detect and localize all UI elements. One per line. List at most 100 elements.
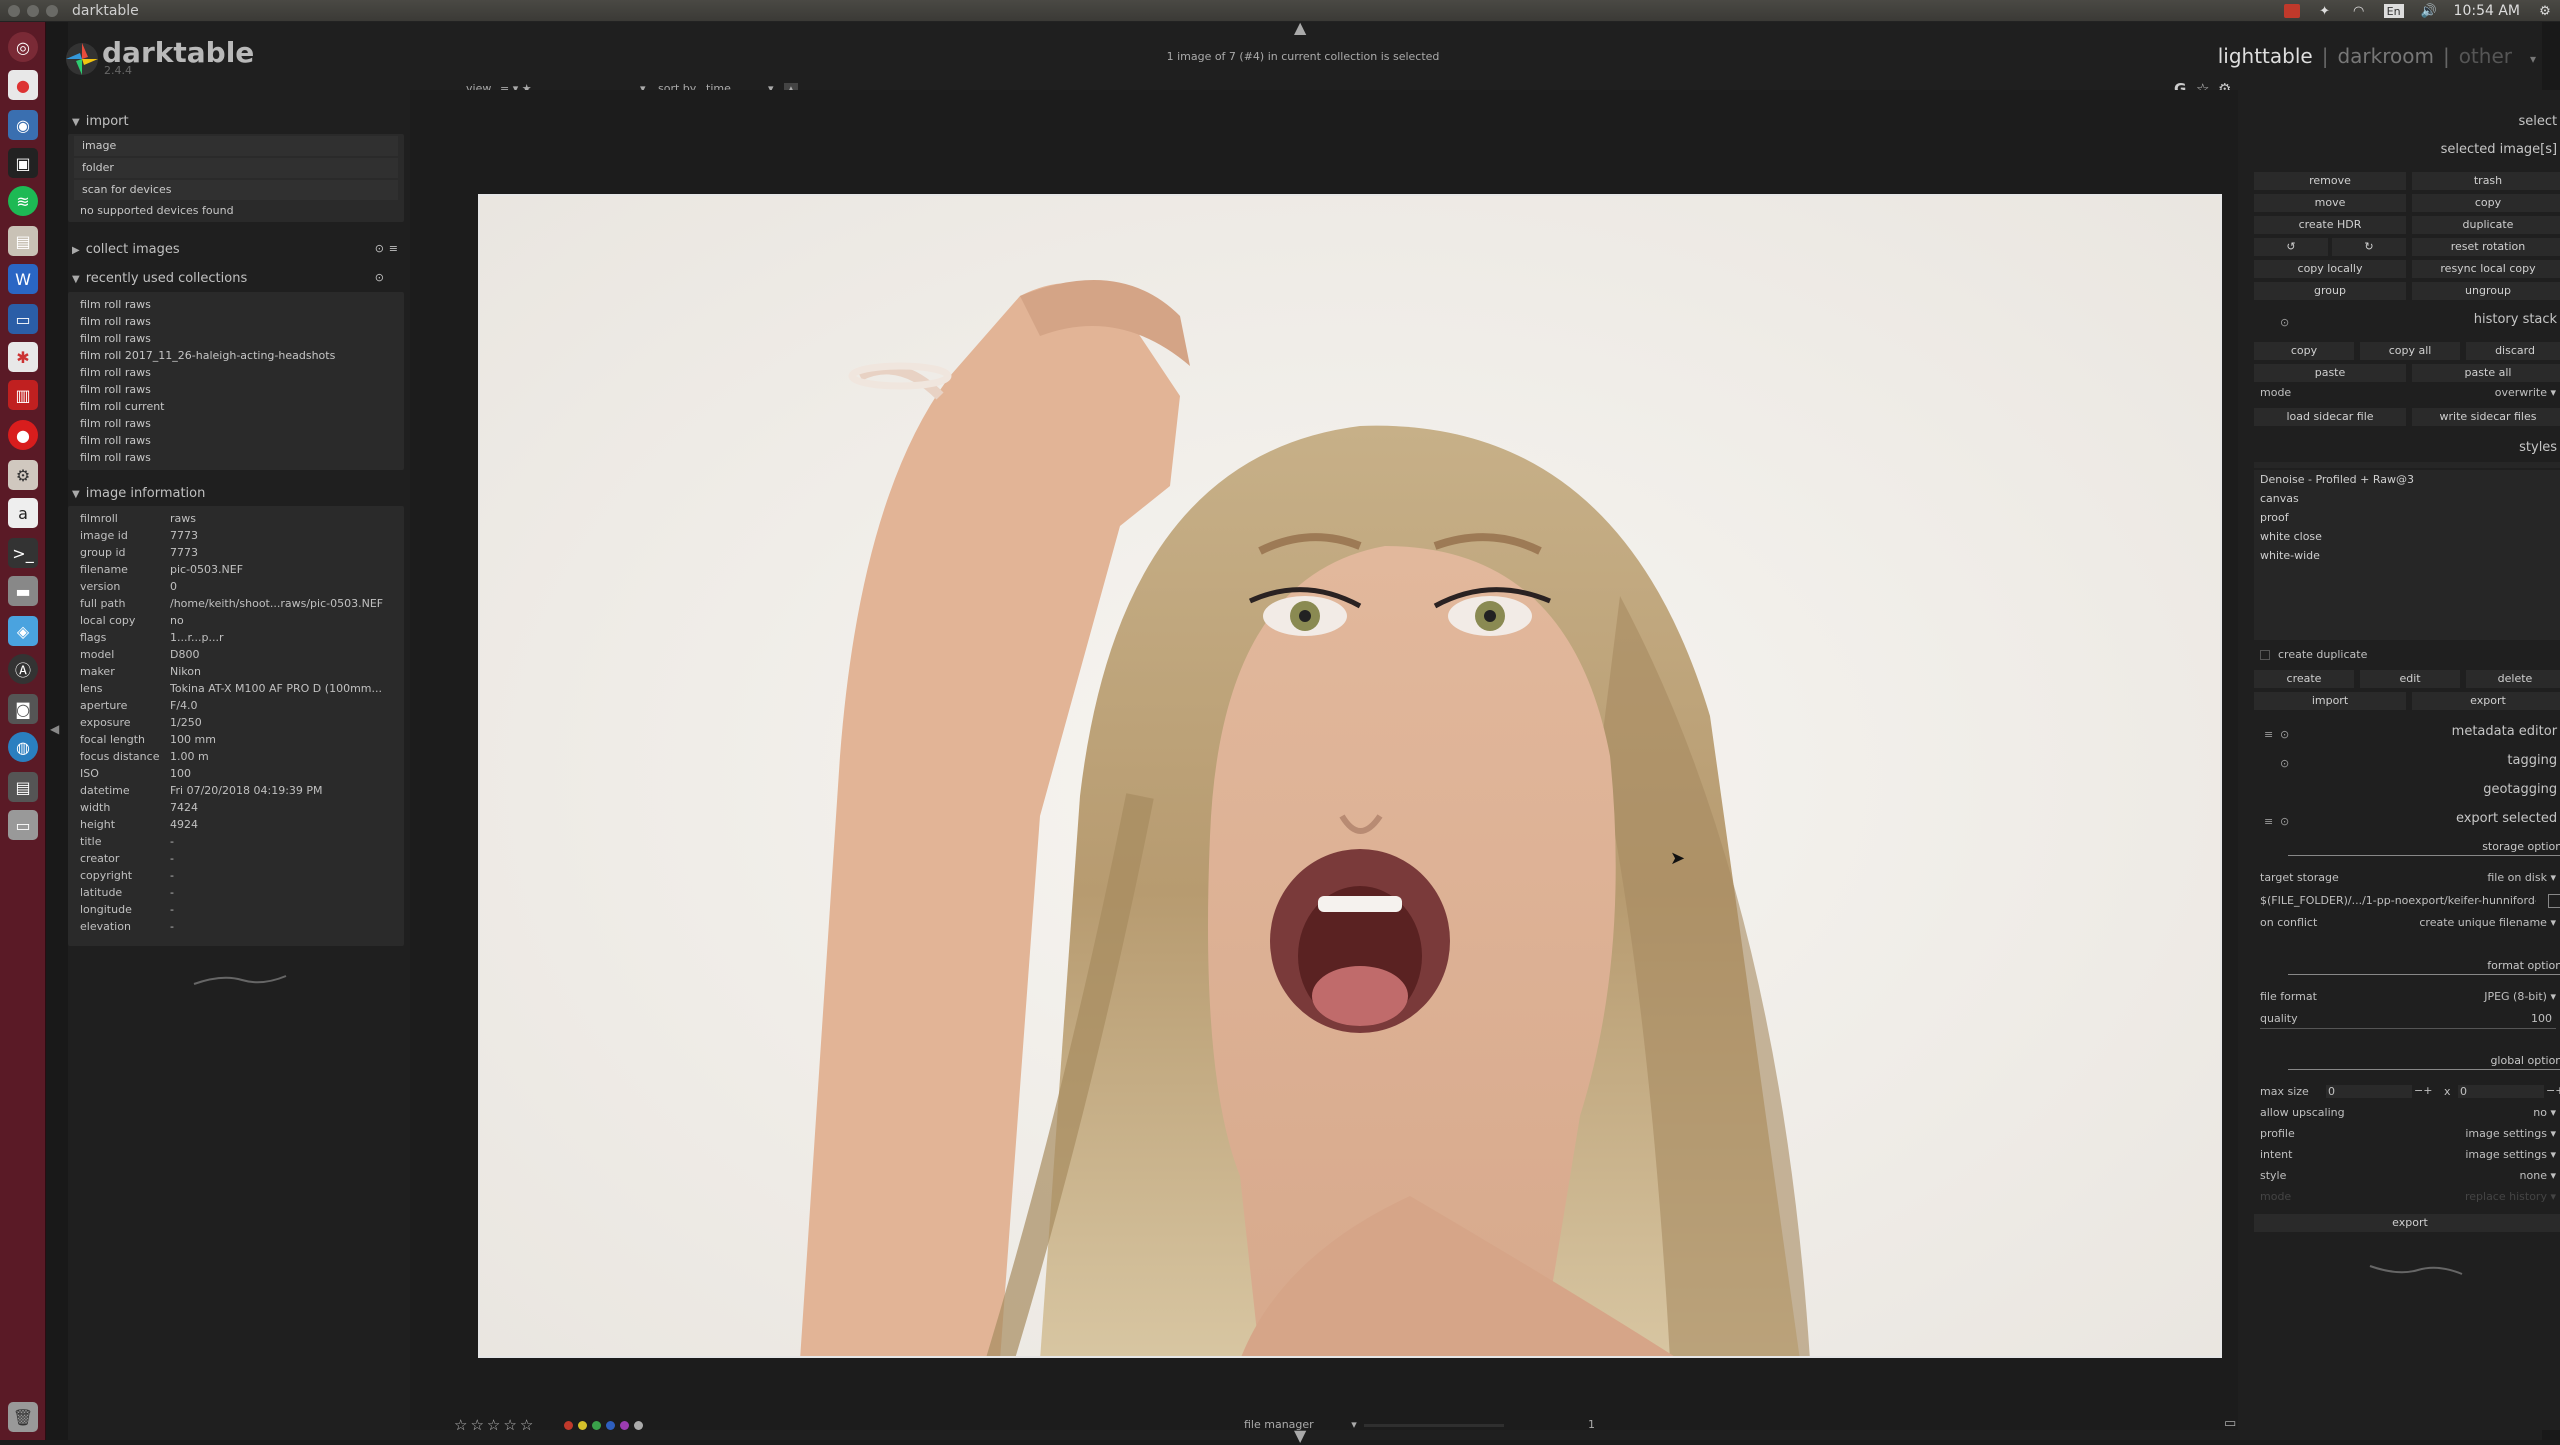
ubuntu-home-icon[interactable]: ◎ [8, 32, 38, 62]
window-minimize-button[interactable] [27, 5, 39, 17]
write-sidecar-button[interactable]: write sidecar files [2412, 408, 2560, 426]
files-icon[interactable]: ▤ [8, 226, 38, 256]
rotate-ccw-icon[interactable]: ↺ [2254, 238, 2328, 256]
recent-collection-item[interactable]: film roll 2017_11_26-haleigh-acting-head… [68, 347, 404, 364]
image-information-header[interactable]: ▼ image information [68, 486, 404, 501]
reset-rotation-button[interactable]: reset rotation [2412, 238, 2560, 256]
max-width-stepper-icon[interactable]: −+ [2414, 1084, 2432, 1097]
history-copy-all-button[interactable]: copy all [2360, 342, 2460, 360]
clock[interactable]: 10:54 AM [2454, 3, 2520, 19]
folder-browse-icon[interactable] [2548, 894, 2560, 908]
disk-icon[interactable]: ▬ [8, 576, 38, 606]
collapse-left-arrow-icon[interactable]: ◀ [50, 722, 59, 736]
media-icon[interactable]: ● [8, 420, 38, 450]
settings-gear-icon[interactable]: ⚙ [2536, 4, 2554, 19]
recent-collection-item[interactable]: film roll raws [68, 313, 404, 330]
history-paste-button[interactable]: paste [2254, 364, 2406, 382]
recent-collection-item[interactable]: film roll raws [68, 364, 404, 381]
device-icon[interactable]: ▤ [8, 772, 38, 802]
terminal-icon[interactable]: >_ [8, 538, 38, 568]
style-item[interactable]: canvas [2254, 489, 2560, 508]
history-paste-all-button[interactable]: paste all [2412, 364, 2560, 382]
target-storage-select[interactable]: file on disk ▾ [2487, 871, 2556, 884]
copy-locally-button[interactable]: copy locally [2254, 260, 2406, 278]
recent-collection-item[interactable]: film roll raws [68, 296, 404, 313]
image-preview[interactable]: ➤ [478, 194, 2222, 1358]
geotagging-header[interactable]: geotagging◀ [2250, 782, 2560, 797]
import-image-button[interactable]: image [74, 136, 398, 156]
allow-upscaling-select[interactable]: no ▾ [2533, 1106, 2556, 1119]
view-other[interactable]: other [2459, 44, 2512, 68]
style-select[interactable]: none ▾ [2520, 1169, 2556, 1182]
recent-collection-item[interactable]: film roll raws [68, 449, 404, 466]
left-panel-collapse-strip[interactable]: ◀ [46, 22, 68, 1440]
selected-images-header[interactable]: selected image[s]▼ [2250, 142, 2560, 157]
purple-label-icon[interactable] [620, 1421, 629, 1430]
style-item[interactable]: proof [2254, 508, 2560, 527]
create-duplicate-checkbox[interactable] [2260, 650, 2270, 660]
volume-icon[interactable]: 🔊 [2420, 4, 2438, 19]
style-import-button[interactable]: import [2254, 692, 2406, 710]
indicator-icon[interactable] [2283, 4, 2300, 18]
history-stack-header[interactable]: history stack▼ [2250, 312, 2560, 327]
style-delete-button[interactable]: delete [2466, 670, 2560, 688]
reset-icon[interactable]: ⊙ [375, 271, 384, 284]
star-2-icon[interactable]: ☆ [470, 1416, 483, 1434]
style-item[interactable]: white-wide [2254, 546, 2560, 565]
recent-collections-header[interactable]: ▼ recently used collections ⊙ [68, 271, 404, 286]
max-width-field[interactable]: 0 [2326, 1085, 2412, 1098]
history-copy-button[interactable]: copy [2254, 342, 2354, 360]
styles-header[interactable]: styles▼ [2250, 440, 2560, 455]
ungroup-button[interactable]: ungroup [2412, 282, 2560, 300]
allow-upscaling-row[interactable]: allow upscaling no ▾ [2260, 1106, 2560, 1124]
remove-button[interactable]: remove [2254, 172, 2406, 190]
green-label-icon[interactable] [592, 1421, 601, 1430]
window-app-icon[interactable]: ▭ [8, 304, 38, 334]
style-item[interactable]: white close [2254, 527, 2560, 546]
window-close-button[interactable] [8, 5, 20, 17]
quality-slider[interactable]: quality 100 [2260, 1012, 2560, 1030]
wifi-icon[interactable]: ◠ [2350, 4, 2368, 19]
camera-icon[interactable]: ◙ [8, 694, 38, 724]
recent-collection-item[interactable]: film roll current [68, 398, 404, 415]
max-height-field[interactable]: 0 [2458, 1085, 2544, 1098]
export-button[interactable]: export [2254, 1214, 2560, 1232]
amazon-icon[interactable]: a [8, 498, 38, 528]
rotate-cw-icon[interactable]: ↻ [2332, 238, 2406, 256]
view-darkroom[interactable]: darkroom [2337, 44, 2434, 68]
collapse-top-arrow-icon[interactable]: ▲ [1294, 18, 1306, 37]
duplicate-button[interactable]: duplicate [2412, 216, 2560, 234]
display-profile-icon[interactable]: ▭ [2224, 1416, 2236, 1431]
move-button[interactable]: move [2254, 194, 2406, 212]
gray-label-icon[interactable] [634, 1421, 643, 1430]
intent-row[interactable]: intent image settings ▾ [2260, 1148, 2560, 1166]
style-create-button[interactable]: create [2254, 670, 2354, 688]
reset-icon[interactable]: ⊙ [375, 242, 384, 255]
scan-devices-button[interactable]: scan for devices [74, 180, 398, 200]
impress-icon[interactable]: ▥ [8, 380, 38, 410]
load-sidecar-button[interactable]: load sidecar file [2254, 408, 2406, 426]
recent-collection-item[interactable]: film roll raws [68, 330, 404, 347]
software-center-icon[interactable]: Ⓐ [8, 654, 38, 684]
browser-icon[interactable]: ◉ [8, 110, 38, 140]
import-folder-button[interactable]: folder [74, 158, 398, 178]
style-edit-button[interactable]: edit [2360, 670, 2460, 688]
quality-slider-track[interactable] [2260, 1028, 2556, 1029]
import-header[interactable]: ▼ import [68, 114, 404, 129]
create-duplicate-row[interactable]: create duplicate [2260, 648, 2560, 666]
target-storage-row[interactable]: target storage file on disk ▾ [2260, 871, 2560, 889]
darktable-icon[interactable]: ✱ [8, 342, 38, 372]
profile-select[interactable]: image settings ▾ [2465, 1127, 2556, 1140]
style-item[interactable]: Denoise - Profiled + Raw@3 [2254, 470, 2560, 489]
zoom-count[interactable]: 1 [1588, 1418, 1595, 1431]
collect-images-header[interactable]: ▶ collect images ⊙ ≡ [68, 242, 404, 257]
drive-icon[interactable]: ▭ [8, 810, 38, 840]
profile-row[interactable]: profile image settings ▾ [2260, 1127, 2560, 1145]
chrome-icon[interactable]: ● [8, 70, 38, 100]
window-maximize-button[interactable] [46, 5, 58, 17]
layout-select[interactable]: file manager ▾ [1244, 1418, 1357, 1431]
intent-select[interactable]: image settings ▾ [2465, 1148, 2556, 1161]
blue-label-icon[interactable] [606, 1421, 615, 1430]
styles-filter-field[interactable] [2254, 462, 2560, 468]
globe-icon[interactable]: ◍ [8, 732, 38, 762]
